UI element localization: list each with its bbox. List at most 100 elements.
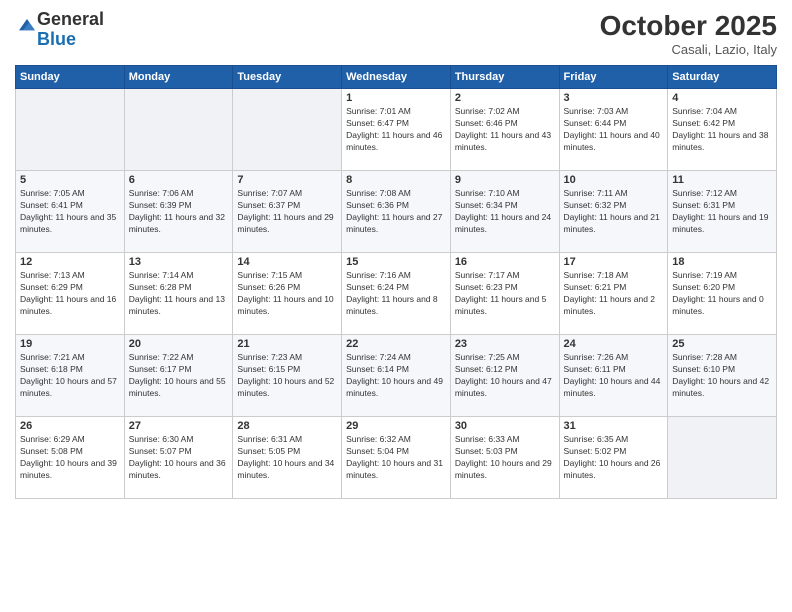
calendar-cell: 24 Sunrise: 7:26 AM Sunset: 6:11 PM Dayli… bbox=[559, 335, 668, 417]
day-number: 7 bbox=[237, 174, 337, 186]
day-number: 25 bbox=[672, 338, 772, 350]
day-info: Sunrise: 6:35 AM Sunset: 5:02 PM Dayligh… bbox=[564, 434, 664, 482]
calendar-cell: 20Sunrise: 7:22 AM Sunset: 6:17 PM Dayli… bbox=[124, 335, 233, 417]
day-number: 13 bbox=[129, 256, 229, 268]
calendar-cell: 16 Sunrise: 7:17 AM Sunset: 6:23 PM Dayli… bbox=[450, 253, 559, 335]
day-info: Sunrise: 7:25 AM Sunset: 6:12 PM Dayligh… bbox=[455, 352, 555, 400]
header: General Blue October 2025 Casali, Lazio,… bbox=[15, 10, 777, 57]
calendar-cell bbox=[124, 89, 233, 171]
weekday-header-tuesday: Tuesday bbox=[233, 66, 342, 89]
day-info: Sunrise: 7:28 AM Sunset: 6:10 PM Dayligh… bbox=[672, 352, 772, 400]
day-info: Sunrise: 7:15 AM Sunset: 6:26 PM Dayligh… bbox=[237, 270, 337, 318]
calendar-cell: 9Sunrise: 7:10 AM Sunset: 6:34 PM Daylig… bbox=[450, 171, 559, 253]
calendar-cell: 3 Sunrise: 7:03 AM Sunset: 6:44 PM Daylig… bbox=[559, 89, 668, 171]
calendar-cell: 12 Sunrise: 7:13 AM Sunset: 6:29 PM Dayli… bbox=[16, 253, 125, 335]
day-number: 8 bbox=[346, 174, 446, 186]
calendar-cell: 17 Sunrise: 7:18 AM Sunset: 6:21 PM Dayli… bbox=[559, 253, 668, 335]
day-info: Sunrise: 7:23 AM Sunset: 6:15 PM Dayligh… bbox=[237, 352, 337, 400]
day-number: 28 bbox=[237, 420, 337, 432]
day-number: 5 bbox=[20, 174, 120, 186]
calendar-cell: 1 Sunrise: 7:01 AM Sunset: 6:47 PM Daylig… bbox=[342, 89, 451, 171]
logo-icon bbox=[17, 17, 37, 37]
day-number: 6 bbox=[129, 174, 229, 186]
calendar-week-5: 26Sunrise: 6:29 AM Sunset: 5:08 PM Dayli… bbox=[16, 417, 777, 499]
day-info: Sunrise: 7:24 AM Sunset: 6:14 PM Dayligh… bbox=[346, 352, 446, 400]
day-number: 16 bbox=[455, 256, 555, 268]
day-number: 17 bbox=[564, 256, 664, 268]
calendar-cell: 30Sunrise: 6:33 AM Sunset: 5:03 PM Dayli… bbox=[450, 417, 559, 499]
day-number: 15 bbox=[346, 256, 446, 268]
day-number: 23 bbox=[455, 338, 555, 350]
day-info: Sunrise: 7:12 AM Sunset: 6:31 PM Dayligh… bbox=[672, 188, 772, 236]
calendar-cell: 8 Sunrise: 7:08 AM Sunset: 6:36 PM Daylig… bbox=[342, 171, 451, 253]
calendar-cell: 11Sunrise: 7:12 AM Sunset: 6:31 PM Dayli… bbox=[668, 171, 777, 253]
calendar-week-2: 5 Sunrise: 7:05 AM Sunset: 6:41 PM Daylig… bbox=[16, 171, 777, 253]
calendar-cell: 28 Sunrise: 6:31 AM Sunset: 5:05 PM Dayli… bbox=[233, 417, 342, 499]
day-number: 20 bbox=[129, 338, 229, 350]
page: General Blue October 2025 Casali, Lazio,… bbox=[0, 0, 792, 612]
day-info: Sunrise: 7:03 AM Sunset: 6:44 PM Dayligh… bbox=[564, 106, 664, 154]
calendar-cell: 6 Sunrise: 7:06 AM Sunset: 6:39 PM Daylig… bbox=[124, 171, 233, 253]
calendar-cell bbox=[668, 417, 777, 499]
calendar-cell: 21 Sunrise: 7:23 AM Sunset: 6:15 PM Dayli… bbox=[233, 335, 342, 417]
calendar-cell: 13 Sunrise: 7:14 AM Sunset: 6:28 PM Dayli… bbox=[124, 253, 233, 335]
day-number: 9 bbox=[455, 174, 555, 186]
day-info: Sunrise: 7:17 AM Sunset: 6:23 PM Dayligh… bbox=[455, 270, 555, 318]
calendar-cell: 5 Sunrise: 7:05 AM Sunset: 6:41 PM Daylig… bbox=[16, 171, 125, 253]
day-number: 21 bbox=[237, 338, 337, 350]
calendar-table: SundayMondayTuesdayWednesdayThursdayFrid… bbox=[15, 65, 777, 499]
day-info: Sunrise: 7:06 AM Sunset: 6:39 PM Dayligh… bbox=[129, 188, 229, 236]
logo-general: General bbox=[37, 9, 104, 29]
day-number: 31 bbox=[564, 420, 664, 432]
calendar-body: 1 Sunrise: 7:01 AM Sunset: 6:47 PM Daylig… bbox=[16, 89, 777, 499]
weekday-header-sunday: Sunday bbox=[16, 66, 125, 89]
calendar-week-1: 1 Sunrise: 7:01 AM Sunset: 6:47 PM Daylig… bbox=[16, 89, 777, 171]
calendar-cell: 4 Sunrise: 7:04 AM Sunset: 6:42 PM Daylig… bbox=[668, 89, 777, 171]
calendar-cell: 31 Sunrise: 6:35 AM Sunset: 5:02 PM Dayli… bbox=[559, 417, 668, 499]
calendar-cell bbox=[16, 89, 125, 171]
weekday-header-friday: Friday bbox=[559, 66, 668, 89]
weekday-header-monday: Monday bbox=[124, 66, 233, 89]
month-title: October 2025 bbox=[600, 10, 777, 42]
day-number: 2 bbox=[455, 92, 555, 104]
day-number: 3 bbox=[564, 92, 664, 104]
day-number: 24 bbox=[564, 338, 664, 350]
calendar-cell: 15 Sunrise: 7:16 AM Sunset: 6:24 PM Dayli… bbox=[342, 253, 451, 335]
day-number: 4 bbox=[672, 92, 772, 104]
calendar-cell bbox=[233, 89, 342, 171]
calendar-cell: 23 Sunrise: 7:25 AM Sunset: 6:12 PM Dayli… bbox=[450, 335, 559, 417]
day-number: 10 bbox=[564, 174, 664, 186]
day-info: Sunrise: 6:33 AM Sunset: 5:03 PM Dayligh… bbox=[455, 434, 555, 482]
day-info: Sunrise: 7:14 AM Sunset: 6:28 PM Dayligh… bbox=[129, 270, 229, 318]
day-number: 18 bbox=[672, 256, 772, 268]
day-info: Sunrise: 7:26 AM Sunset: 6:11 PM Dayligh… bbox=[564, 352, 664, 400]
day-number: 12 bbox=[20, 256, 120, 268]
day-number: 19 bbox=[20, 338, 120, 350]
day-info: Sunrise: 7:19 AM Sunset: 6:20 PM Dayligh… bbox=[672, 270, 772, 318]
calendar-week-3: 12 Sunrise: 7:13 AM Sunset: 6:29 PM Dayli… bbox=[16, 253, 777, 335]
day-info: Sunrise: 6:31 AM Sunset: 5:05 PM Dayligh… bbox=[237, 434, 337, 482]
day-info: Sunrise: 7:04 AM Sunset: 6:42 PM Dayligh… bbox=[672, 106, 772, 154]
day-number: 14 bbox=[237, 256, 337, 268]
location-subtitle: Casali, Lazio, Italy bbox=[600, 42, 777, 57]
calendar-week-4: 19Sunrise: 7:21 AM Sunset: 6:18 PM Dayli… bbox=[16, 335, 777, 417]
logo: General Blue bbox=[15, 10, 104, 50]
weekday-header-wednesday: Wednesday bbox=[342, 66, 451, 89]
day-number: 22 bbox=[346, 338, 446, 350]
calendar-cell: 18 Sunrise: 7:19 AM Sunset: 6:20 PM Dayli… bbox=[668, 253, 777, 335]
day-info: Sunrise: 7:13 AM Sunset: 6:29 PM Dayligh… bbox=[20, 270, 120, 318]
day-info: Sunrise: 7:08 AM Sunset: 6:36 PM Dayligh… bbox=[346, 188, 446, 236]
day-info: Sunrise: 6:30 AM Sunset: 5:07 PM Dayligh… bbox=[129, 434, 229, 482]
day-info: Sunrise: 7:11 AM Sunset: 6:32 PM Dayligh… bbox=[564, 188, 664, 236]
day-info: Sunrise: 7:05 AM Sunset: 6:41 PM Dayligh… bbox=[20, 188, 120, 236]
day-number: 26 bbox=[20, 420, 120, 432]
day-number: 1 bbox=[346, 92, 446, 104]
day-info: Sunrise: 7:07 AM Sunset: 6:37 PM Dayligh… bbox=[237, 188, 337, 236]
day-info: Sunrise: 7:16 AM Sunset: 6:24 PM Dayligh… bbox=[346, 270, 446, 318]
logo-blue: Blue bbox=[37, 29, 76, 49]
calendar-cell: 14 Sunrise: 7:15 AM Sunset: 6:26 PM Dayli… bbox=[233, 253, 342, 335]
day-info: Sunrise: 7:01 AM Sunset: 6:47 PM Dayligh… bbox=[346, 106, 446, 154]
day-info: Sunrise: 7:18 AM Sunset: 6:21 PM Dayligh… bbox=[564, 270, 664, 318]
day-info: Sunrise: 6:32 AM Sunset: 5:04 PM Dayligh… bbox=[346, 434, 446, 482]
calendar-cell: 27Sunrise: 6:30 AM Sunset: 5:07 PM Dayli… bbox=[124, 417, 233, 499]
